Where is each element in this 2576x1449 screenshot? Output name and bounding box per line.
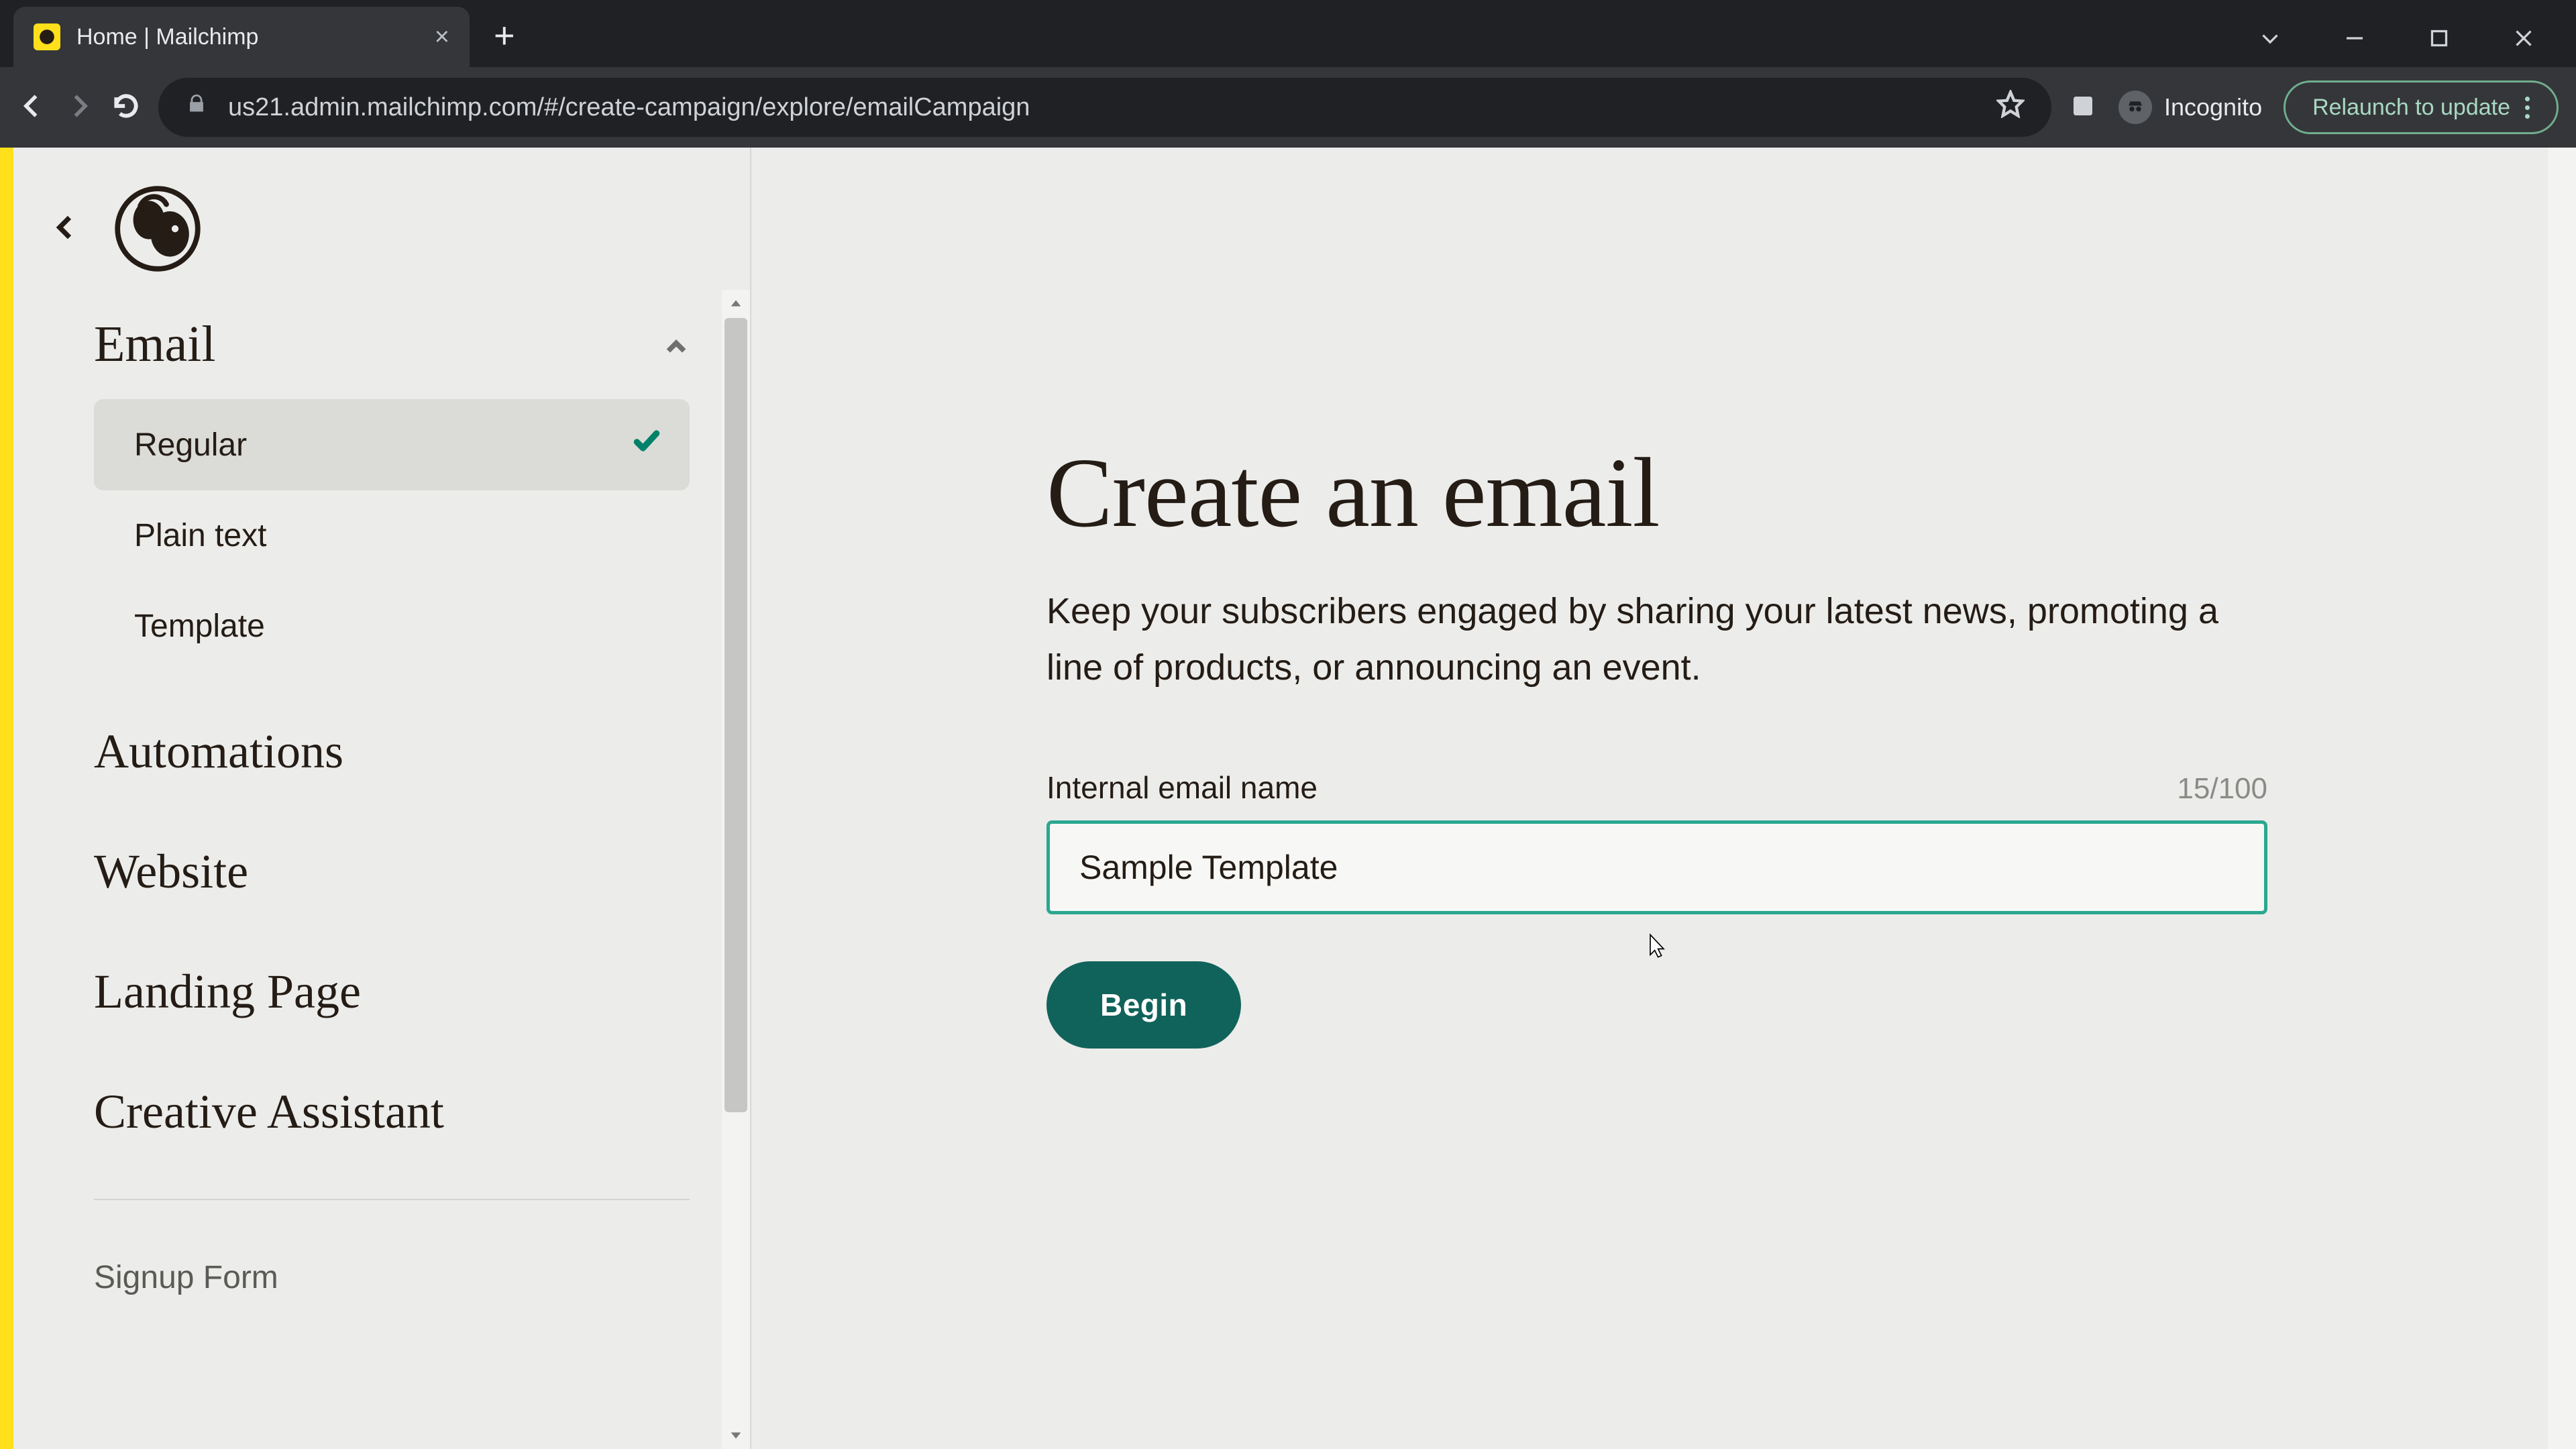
sidebar-email-items: Regular Plain text Template <box>94 392 690 692</box>
relaunch-label: Relaunch to update <box>2312 95 2510 121</box>
sidebar-item-plain-text[interactable]: Plain text <box>94 490 690 581</box>
sidebar-group-creative-assistant[interactable]: Creative Assistant <box>94 1052 690 1172</box>
main-content: Create an email Keep your subscribers en… <box>751 148 2576 1449</box>
mouse-cursor-icon <box>1644 932 1670 959</box>
sidebar-item-signup-form[interactable]: Signup Form <box>94 1227 690 1328</box>
tab-search-and-window-controls <box>2258 26 2576 67</box>
sidebar-group-landing-page[interactable]: Landing Page <box>94 932 690 1052</box>
sidebar-group-website[interactable]: Website <box>94 812 690 932</box>
sidebar-group-label: Email <box>94 315 216 374</box>
sidebar: Email Regular Plain text Template <box>13 148 751 1449</box>
field-label: Internal email name <box>1046 769 1318 806</box>
new-tab-button[interactable]: + <box>470 15 539 67</box>
sidebar-group-label: Landing Page <box>94 964 361 1020</box>
page-subtitle: Keep your subscribers engaged by sharing… <box>1046 584 2267 696</box>
mailchimp-favicon <box>34 23 60 50</box>
close-window-icon[interactable] <box>2512 26 2536 54</box>
sidebar-group-label: Automations <box>94 724 343 780</box>
sidebar-divider <box>94 1199 690 1200</box>
sidebar-back-icon[interactable] <box>51 213 80 246</box>
reload-icon[interactable] <box>111 91 141 124</box>
minimize-icon[interactable] <box>2343 26 2367 54</box>
tab-strip: Home | Mailchimp × + <box>0 0 2576 67</box>
sidebar-item-regular[interactable]: Regular <box>94 399 690 490</box>
extensions-icon[interactable] <box>2069 92 2097 123</box>
sidebar-item-template[interactable]: Template <box>94 581 690 672</box>
sidebar-group-label: Creative Assistant <box>94 1084 444 1140</box>
brand-accent-stripe <box>0 148 13 1449</box>
close-tab-icon[interactable]: × <box>435 24 449 50</box>
forward-button-icon <box>64 91 94 124</box>
url-text: us21.admin.mailchimp.com/#/create-campai… <box>228 93 1976 122</box>
sidebar-group-automations[interactable]: Automations <box>94 692 690 812</box>
page-title: Create an email <box>1046 436 2467 550</box>
address-bar: us21.admin.mailchimp.com/#/create-campai… <box>0 67 2576 148</box>
lock-icon <box>185 93 208 122</box>
sidebar-item-label: Template <box>134 608 265 645</box>
mailchimp-logo[interactable] <box>114 185 201 272</box>
sidebar-item-label: Signup Form <box>94 1259 278 1296</box>
incognito-label: Incognito <box>2164 93 2262 121</box>
sidebar-group-label: Website <box>94 844 248 900</box>
incognito-icon <box>2118 91 2152 124</box>
more-menu-icon[interactable] <box>2525 97 2530 119</box>
browser-window: Home | Mailchimp × + us21.admin.mailchim… <box>0 0 2576 1449</box>
incognito-indicator[interactable]: Incognito <box>2118 91 2262 124</box>
sidebar-group-email[interactable]: Email <box>94 297 690 392</box>
maximize-icon[interactable] <box>2427 26 2451 54</box>
internal-email-name-input[interactable] <box>1046 820 2267 914</box>
back-button-icon[interactable] <box>17 91 47 124</box>
url-field[interactable]: us21.admin.mailchimp.com/#/create-campai… <box>158 78 2051 137</box>
chevron-up-icon <box>663 315 690 374</box>
bookmark-star-icon[interactable] <box>1996 90 2025 125</box>
browser-tab[interactable]: Home | Mailchimp × <box>13 7 470 67</box>
tab-title: Home | Mailchimp <box>76 24 419 50</box>
sidebar-item-label: Regular <box>134 427 247 464</box>
char-count: 15/100 <box>2177 772 2267 806</box>
main-scrollbar[interactable] <box>2548 148 2576 1449</box>
tabs-dropdown-icon[interactable] <box>2258 26 2282 54</box>
page-viewport: Email Regular Plain text Template <box>0 148 2576 1449</box>
sidebar-item-label: Plain text <box>134 517 266 554</box>
begin-button[interactable]: Begin <box>1046 961 1241 1049</box>
relaunch-button[interactable]: Relaunch to update <box>2284 80 2559 134</box>
check-icon <box>632 426 661 464</box>
